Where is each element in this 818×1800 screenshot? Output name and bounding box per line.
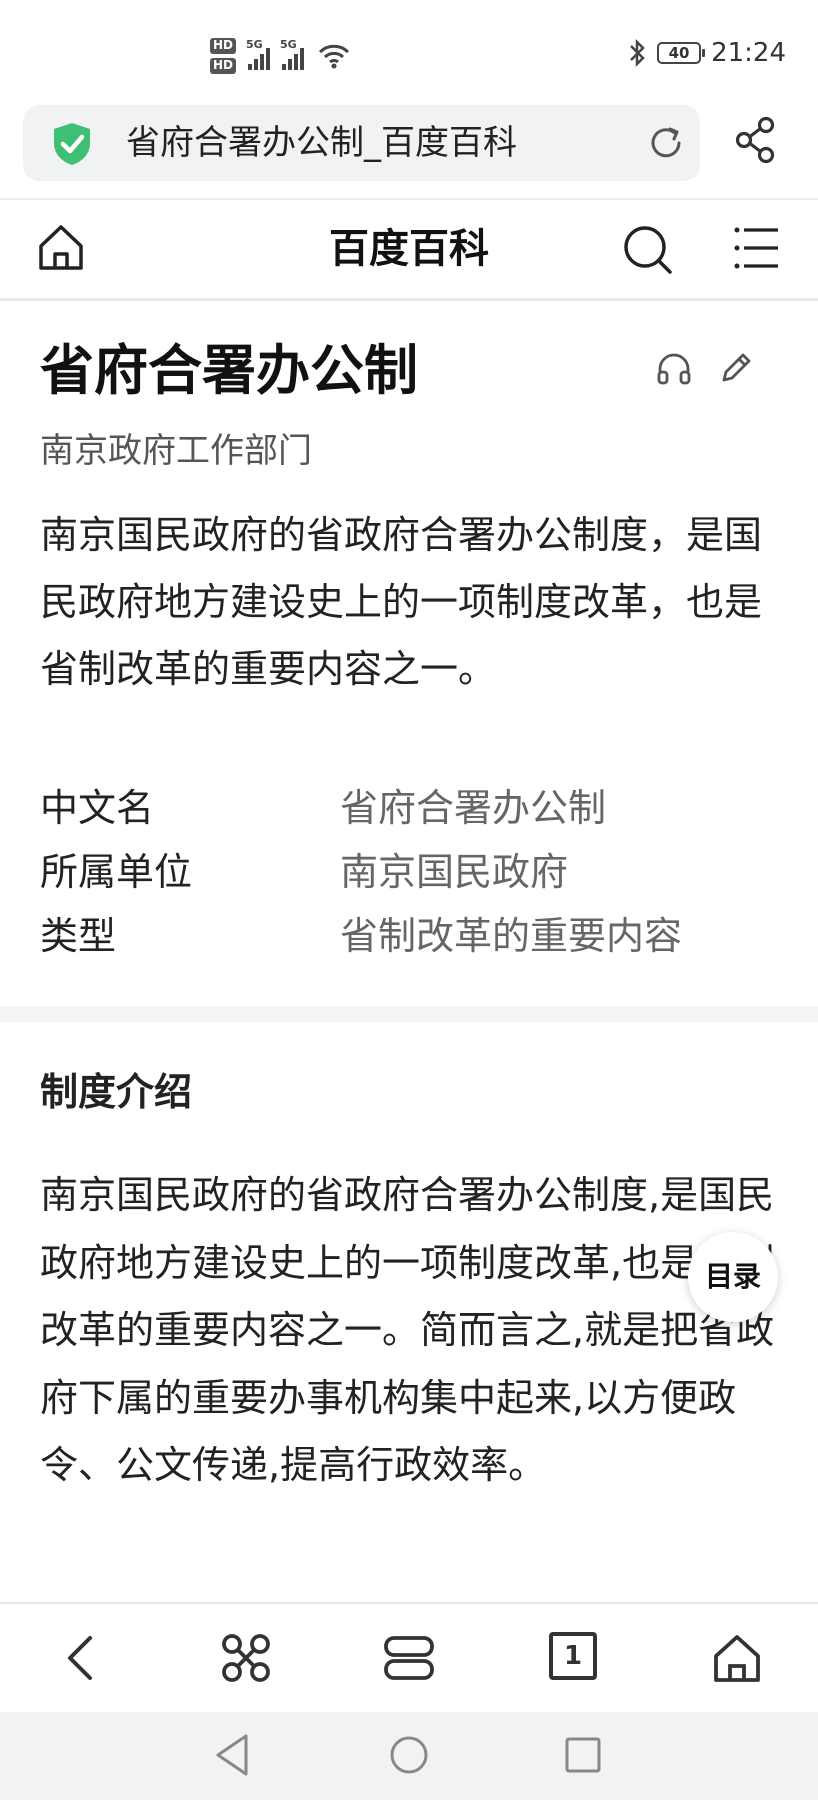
- reload-icon[interactable]: [646, 123, 686, 163]
- section-heading: 制度介绍: [40, 1070, 193, 1114]
- article-summary: 南京国民政府的省政府合署办公制度，是国民政府地方建设史上的一项制度改革，也是省制…: [40, 513, 763, 691]
- shield-check-icon: [54, 123, 90, 165]
- status-bar: HD HD 5G 5G 40 21:24: [0, 0, 818, 104]
- signal-bar: [294, 54, 299, 70]
- signal-bar: [254, 59, 259, 70]
- wifi-icon: [318, 44, 350, 69]
- page-title: 省府合署办公制: [40, 339, 418, 402]
- menu-icon[interactable]: [734, 226, 780, 270]
- status-left: HD HD 5G 5G: [210, 32, 350, 80]
- nav-home-icon[interactable]: [388, 1732, 430, 1778]
- browser-home-icon[interactable]: [712, 1632, 762, 1684]
- system-nav-bar: [0, 1712, 818, 1800]
- tabs-stack-icon[interactable]: [383, 1632, 435, 1684]
- address-bar[interactable]: 省府合署办公制_百度百科: [23, 105, 700, 181]
- navbar-divider: [0, 298, 818, 301]
- network-type-1: 5G: [246, 38, 263, 51]
- info-value[interactable]: 南京国民政府: [340, 841, 568, 896]
- clock: 21:24: [711, 38, 786, 68]
- headphones-icon[interactable]: [656, 350, 692, 386]
- signal-bar: [300, 48, 305, 70]
- baike-navbar: 百度百科: [0, 200, 818, 300]
- hd1-badge: HD: [210, 38, 237, 54]
- nav-back-icon[interactable]: [212, 1732, 252, 1778]
- info-value: 省府合署办公制: [340, 785, 607, 830]
- bluetooth-icon: [630, 39, 645, 67]
- share-icon[interactable]: [734, 116, 778, 164]
- edit-pencil-icon[interactable]: [718, 350, 754, 386]
- signal-bar: [288, 59, 293, 70]
- status-right: 40 21:24: [627, 38, 786, 68]
- info-row: 类型 省制改革的重要内容: [40, 900, 780, 964]
- apps-icon[interactable]: [220, 1632, 272, 1684]
- tab-count-icon[interactable]: 1: [549, 1632, 597, 1680]
- back-icon[interactable]: [60, 1632, 100, 1684]
- info-value: 省制改革的重要内容: [340, 913, 683, 958]
- network-type-2: 5G: [280, 38, 297, 51]
- info-row: 中文名 省府合署办公制: [40, 772, 780, 836]
- info-key: 所属单位: [40, 849, 193, 894]
- signal-bar: [260, 54, 265, 70]
- hd2-badge: HD: [210, 58, 237, 74]
- section-body: 南京国民政府的省政府合署办公制度,是国民政府地方建设史上的一项制度改革,也是省制…: [40, 1173, 775, 1487]
- toc-button[interactable]: 目录: [688, 1232, 778, 1322]
- info-key: 类型: [40, 913, 117, 958]
- info-row: 所属单位 南京国民政府: [40, 836, 780, 900]
- signal-bar: [266, 48, 271, 70]
- article-subtitle: 南京政府工作部门: [40, 431, 312, 471]
- info-box: 中文名 省府合署办公制 所属单位 南京国民政府 类型 省制改革的重要内容: [40, 772, 780, 964]
- section-divider: [0, 1006, 818, 1022]
- battery-icon: 40: [657, 42, 706, 64]
- info-key: 中文名: [40, 785, 155, 830]
- signal-2-icon: 5G: [280, 38, 305, 70]
- signal-bar: [248, 64, 253, 70]
- nav-recents-icon[interactable]: [563, 1732, 603, 1778]
- site-title[interactable]: 百度百科: [0, 222, 818, 276]
- page-url-title[interactable]: 省府合署办公制_百度百科: [126, 121, 517, 165]
- browser-bottom-bar: 1: [0, 1602, 818, 1712]
- signal-bar: [282, 64, 287, 70]
- search-icon[interactable]: [622, 224, 674, 276]
- hd-indicators: HD HD: [210, 38, 237, 74]
- signal-1-icon: 5G: [246, 38, 271, 70]
